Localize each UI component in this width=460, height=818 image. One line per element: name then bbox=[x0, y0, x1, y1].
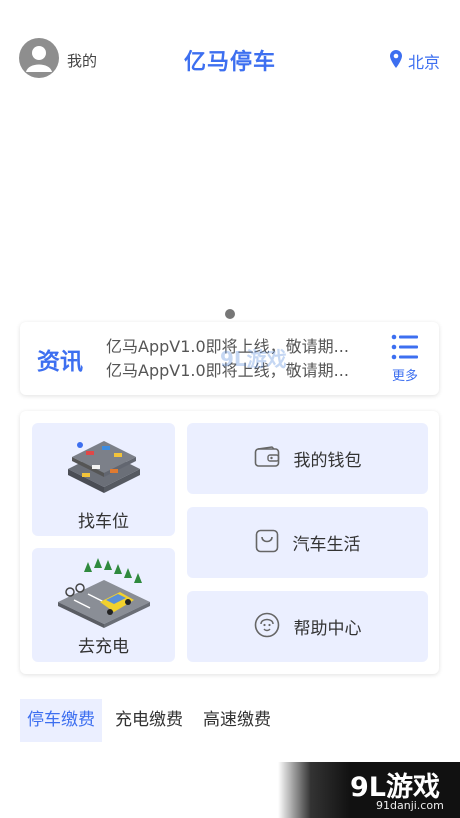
news-logo: 资讯 bbox=[37, 349, 83, 375]
header: 我的 亿马停车 北京 bbox=[0, 38, 460, 82]
help-center-label: 帮助中心 bbox=[293, 619, 362, 639]
feature-grid: 找车位 去充电 我的钱包 汽车生活 帮助中心 bbox=[20, 411, 439, 674]
tab-highway-payment[interactable]: 高速缴费 bbox=[196, 699, 278, 742]
bag-icon bbox=[255, 529, 279, 557]
find-parking-tile[interactable]: 找车位 bbox=[32, 423, 175, 536]
wallet-label: 我的钱包 bbox=[293, 451, 362, 471]
location-pin-icon bbox=[389, 50, 402, 72]
find-parking-label: 找车位 bbox=[78, 512, 129, 532]
more-button[interactable]: 更多 bbox=[389, 334, 421, 384]
help-center-tile[interactable]: 帮助中心 bbox=[187, 591, 428, 662]
car-life-tile[interactable]: 汽车生活 bbox=[187, 507, 428, 578]
car-life-label: 汽车生活 bbox=[292, 535, 361, 555]
charging-label: 去充电 bbox=[78, 637, 129, 657]
parking-lot-illustration bbox=[62, 429, 146, 503]
tab-parking-payment[interactable]: 停车缴费 bbox=[20, 699, 102, 742]
wallet-tile[interactable]: 我的钱包 bbox=[187, 423, 428, 494]
support-face-icon bbox=[254, 612, 280, 642]
watermark-middle: 9L游戏 bbox=[220, 347, 287, 371]
list-menu-icon bbox=[391, 334, 419, 364]
tab-charging-payment[interactable]: 充电缴费 bbox=[108, 699, 190, 742]
location-label: 北京 bbox=[407, 53, 440, 72]
charging-tile[interactable]: 去充电 bbox=[32, 548, 175, 662]
carousel-indicator[interactable] bbox=[225, 309, 235, 319]
more-label: 更多 bbox=[391, 369, 418, 384]
location-selector[interactable]: 北京 bbox=[389, 49, 440, 73]
banner-carousel[interactable] bbox=[0, 95, 460, 305]
wallet-icon bbox=[254, 445, 280, 472]
watermark-url: 91danji.com bbox=[376, 799, 444, 812]
charging-station-illustration bbox=[54, 556, 154, 634]
payment-tabs: 停车缴费 充电缴费 高速缴费 bbox=[20, 699, 284, 742]
app-screen: 我的 亿马停车 北京 资讯 亿马AppV1.0即将上线，敬请期... 亿马App… bbox=[0, 0, 460, 818]
